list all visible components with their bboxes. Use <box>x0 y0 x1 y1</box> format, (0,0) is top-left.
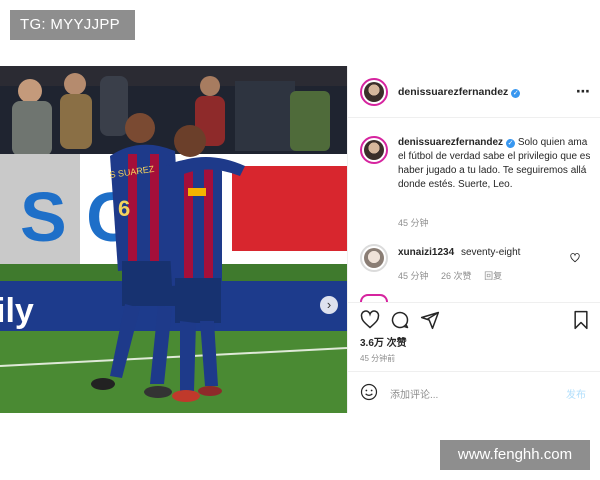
like-count[interactable]: 3.6万 次赞 <box>360 334 407 349</box>
next-comment-avatar-partial <box>360 294 388 302</box>
comment-like-icon[interactable] <box>570 250 580 268</box>
more-options-icon[interactable]: ⋯ <box>576 83 590 100</box>
watermark-top: TG: MYYJJPP <box>10 10 135 40</box>
like-heart-icon[interactable] <box>360 310 380 335</box>
comment-reply[interactable]: 回复 <box>484 271 502 281</box>
watermark-bottom: www.fenghh.com <box>440 440 590 470</box>
next-photo-button[interactable]: › <box>320 296 338 314</box>
comment-time: 45 分钟 <box>398 271 429 281</box>
comment-meta: 45 分钟 26 次赞 回复 <box>398 269 512 282</box>
comment-bubble-icon[interactable] <box>390 310 410 335</box>
share-send-icon[interactable] <box>420 310 440 335</box>
post-time: 45 分钟前 <box>360 354 396 363</box>
comment-username[interactable]: xunaizi1234 <box>398 247 454 258</box>
post-side-panel: denissuarezfernandez ✓ ⋯ denissuarezferna… <box>347 66 600 413</box>
post-photo: S C ily S SUAREZ 6 › <box>0 66 347 413</box>
caption-verified-icon: ✓ <box>506 139 516 148</box>
author-avatar[interactable] <box>360 78 388 106</box>
jersey-number: 6 <box>118 196 130 221</box>
ad-text: ily <box>0 292 34 330</box>
post-caption: denissuarezfernandez ✓ Solo quien ama el … <box>398 136 593 192</box>
author-username[interactable]: denissuarezfernandez ✓ <box>398 86 521 98</box>
post-comment-button[interactable]: 发布 <box>566 386 586 401</box>
comment-input[interactable]: 添加评论... <box>390 386 438 401</box>
comment: xunaizi1234 seventy-eight <box>398 247 520 258</box>
divider <box>348 302 600 303</box>
caption-username[interactable]: denissuarezfernandez <box>398 137 503 148</box>
save-bookmark-icon[interactable] <box>572 310 590 335</box>
verified-icon: ✓ <box>511 89 521 98</box>
emoji-icon[interactable] <box>360 383 378 406</box>
comment-likes[interactable]: 26 次赞 <box>441 271 472 281</box>
caption-time: 45 分钟 <box>398 218 429 228</box>
comment-avatar[interactable] <box>360 244 388 272</box>
photo-illustration: S C ily S SUAREZ 6 <box>0 66 347 413</box>
author-username-text[interactable]: denissuarezfernandez <box>398 86 508 98</box>
comment-body: seventy-eight <box>460 247 521 258</box>
comment-composer: 添加评论... 发布 <box>348 371 600 413</box>
post-header: denissuarezfernandez ✓ ⋯ <box>348 66 600 118</box>
caption-avatar[interactable] <box>360 136 388 164</box>
post-actions <box>360 310 590 332</box>
